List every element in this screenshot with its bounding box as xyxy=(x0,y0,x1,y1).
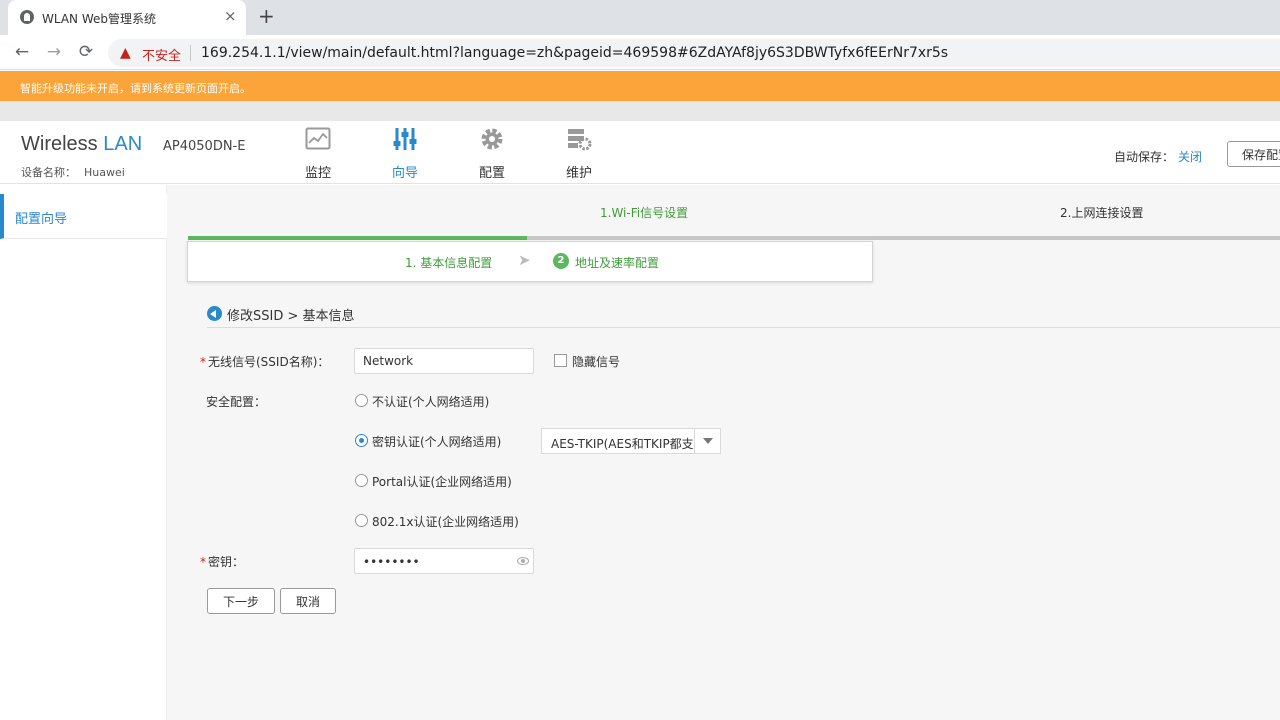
menu-maintenance-label: 维护 xyxy=(565,166,592,181)
radio-8021x-auth[interactable] xyxy=(355,514,368,527)
browser-tab[interactable]: WLAN Web管理系统 × xyxy=(8,0,246,35)
upgrade-notice-banner: 智能升级功能未开启，请到系统更新页面开启。 xyxy=(0,71,1280,101)
menu-config-label: 配置 xyxy=(478,166,505,181)
radio-no-auth-label: 不认证(个人网络适用) xyxy=(372,395,490,409)
autosave-status: 自动保存： 关闭 xyxy=(1114,148,1202,165)
required-mark: * xyxy=(200,555,206,569)
required-mark: * xyxy=(200,355,206,369)
address-divider xyxy=(190,45,191,61)
substep-address-rate: 地址及速率配置 xyxy=(575,256,660,270)
wizard-progress-track xyxy=(188,236,1280,240)
insecure-label[interactable]: 不安全 xyxy=(142,45,181,64)
reload-icon[interactable]: ⟳ xyxy=(74,41,98,63)
tab-title: WLAN Web管理系统 xyxy=(42,12,156,26)
menu-monitor[interactable]: 监控 xyxy=(293,127,343,181)
radio-8021x-auth-label: 802.1x认证(企业网络适用) xyxy=(372,515,519,529)
menu-wizard-label: 向导 xyxy=(391,166,418,181)
banner-text: 智能升级功能未开启，请到系统更新页面开启。 xyxy=(20,82,251,95)
security-label: 安全配置： xyxy=(206,395,267,409)
hide-ssid-checkbox[interactable] xyxy=(554,354,567,367)
sidebar-item-config-wizard[interactable]: 配置向导 xyxy=(0,194,167,239)
radio-portal-auth-label: Portal认证(企业网络适用) xyxy=(372,475,512,489)
app-header: Wireless LAN AP4050DN-E 设备名称： Huawei 监控 向… xyxy=(0,121,1280,184)
wizard-progress-fill xyxy=(188,236,527,240)
key-label-text: 密钥： xyxy=(208,555,245,569)
device-name: 设备名称： Huawei xyxy=(21,164,125,180)
section-title: 修改SSID > 基本信息 xyxy=(227,309,355,324)
substep-number-badge: 2 xyxy=(553,253,569,269)
chevron-down-icon[interactable] xyxy=(694,429,720,453)
menu-config[interactable]: 配置 xyxy=(467,127,517,181)
address-bar[interactable]: ▲ 不安全 169.254.1.1/view/main/default.html… xyxy=(108,39,1280,67)
maintenance-icon xyxy=(568,129,592,151)
brand-logo: Wireless LAN xyxy=(21,133,142,156)
back-arrow-icon[interactable]: ← xyxy=(10,41,34,63)
key-input[interactable]: •••••••• xyxy=(354,548,534,574)
ssid-input[interactable] xyxy=(354,348,534,374)
new-tab-icon[interactable]: + xyxy=(258,5,275,27)
warning-icon: ▲ xyxy=(120,45,131,61)
substep-arrow-icon: ➤ xyxy=(518,251,531,269)
globe-icon xyxy=(20,10,34,24)
encryption-select-value: AES-TKIP(AES和TKIP都支持) xyxy=(551,437,693,451)
brand-main: Wireless xyxy=(21,133,98,155)
autosave-toggle[interactable]: 关闭 xyxy=(1178,150,1202,164)
menu-monitor-label: 监控 xyxy=(304,166,331,181)
brand-accent: LAN xyxy=(103,133,143,155)
close-tab-icon[interactable]: × xyxy=(224,7,237,25)
browser-tab-strip: WLAN Web管理系统 × + xyxy=(0,0,1280,35)
menu-maintenance[interactable]: 维护 xyxy=(554,127,604,181)
encryption-select[interactable]: AES-TKIP(AES和TKIP都支持) xyxy=(541,428,721,454)
next-step-button[interactable]: 下一步 xyxy=(207,588,275,614)
ssid-label-text: 无线信号(SSID名称)： xyxy=(208,355,330,369)
browser-toolbar: ← → ⟳ ▲ 不安全 169.254.1.1/view/main/defaul… xyxy=(0,35,1280,70)
device-name-value: Huawei xyxy=(84,166,125,179)
device-model: AP4050DN-E xyxy=(163,139,246,154)
wizard-step-wifi: 1.Wi-Fi信号设置 xyxy=(600,206,689,220)
wizard-step-internet: 2.上网连接设置 xyxy=(1060,206,1144,220)
hide-ssid-label: 隐藏信号 xyxy=(572,355,621,369)
autosave-label: 自动保存： xyxy=(1114,150,1175,164)
monitor-icon xyxy=(305,127,331,150)
substep-panel: 1. 基本信息配置 ➤ 2 地址及速率配置 xyxy=(187,241,873,282)
menu-wizard[interactable]: 向导 xyxy=(380,127,430,181)
radio-key-auth[interactable] xyxy=(355,434,368,447)
section-header: 修改SSID > 基本信息 xyxy=(207,305,1280,328)
cancel-button[interactable]: 取消 xyxy=(280,588,336,614)
forward-arrow-icon[interactable]: → xyxy=(42,41,66,63)
sidebar-item-label: 配置向导 xyxy=(15,212,68,227)
sidebar: 配置向导 xyxy=(0,185,167,720)
url-text[interactable]: 169.254.1.1/view/main/default.html?langu… xyxy=(201,45,948,61)
ssid-label: * 无线信号(SSID名称)： xyxy=(200,353,329,370)
back-circle-icon[interactable] xyxy=(207,306,222,321)
key-input-value: •••••••• xyxy=(363,555,420,569)
radio-no-auth[interactable] xyxy=(355,394,368,407)
substep-basic-info: 1. 基本信息配置 xyxy=(405,256,493,270)
main-content: 1.Wi-Fi信号设置 2.上网连接设置 1. 基本信息配置 ➤ 2 地址及速率… xyxy=(167,185,1280,720)
save-config-button[interactable]: 保存配置 xyxy=(1227,141,1280,167)
wizard-sliders-icon xyxy=(393,128,417,150)
radio-portal-auth[interactable] xyxy=(355,474,368,487)
header-gap xyxy=(0,101,1280,121)
radio-key-auth-label: 密钥认证(个人网络适用) xyxy=(372,435,502,449)
eye-icon[interactable] xyxy=(517,557,529,565)
device-name-label: 设备名称： xyxy=(21,166,76,179)
key-label: * 密钥： xyxy=(200,553,244,570)
gear-icon xyxy=(481,128,503,150)
